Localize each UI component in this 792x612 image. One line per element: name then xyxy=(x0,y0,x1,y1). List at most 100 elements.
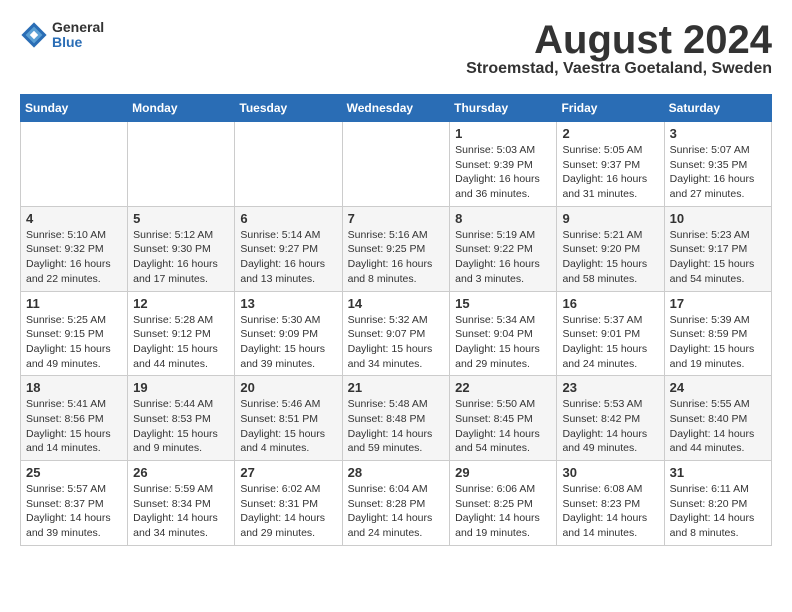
day-number: 5 xyxy=(133,211,229,226)
day-info: Sunrise: 5:16 AM Sunset: 9:25 PM Dayligh… xyxy=(348,228,445,287)
weekday-header-wednesday: Wednesday xyxy=(342,95,450,122)
calendar-cell: 28 Sunrise: 6:04 AM Sunset: 8:28 PM Dayli… xyxy=(342,461,450,546)
day-number: 31 xyxy=(670,465,766,480)
calendar-cell: 5 Sunrise: 5:12 AM Sunset: 9:30 PM Daylig… xyxy=(128,206,235,291)
day-info: Sunrise: 5:19 AM Sunset: 9:22 PM Dayligh… xyxy=(455,228,551,287)
day-info: Sunrise: 5:46 AM Sunset: 8:51 PM Dayligh… xyxy=(240,397,336,456)
day-info: Sunrise: 5:12 AM Sunset: 9:30 PM Dayligh… xyxy=(133,228,229,287)
calendar-cell: 31 Sunrise: 6:11 AM Sunset: 8:20 PM Dayli… xyxy=(664,461,771,546)
day-info: Sunrise: 6:04 AM Sunset: 8:28 PM Dayligh… xyxy=(348,482,445,541)
logo-icon xyxy=(20,21,48,49)
calendar-cell: 2 Sunrise: 5:05 AM Sunset: 9:37 PM Daylig… xyxy=(557,122,664,207)
day-number: 2 xyxy=(562,126,658,141)
day-number: 14 xyxy=(348,296,445,311)
day-info: Sunrise: 6:02 AM Sunset: 8:31 PM Dayligh… xyxy=(240,482,336,541)
weekday-header-thursday: Thursday xyxy=(450,95,557,122)
day-number: 22 xyxy=(455,380,551,395)
day-number: 28 xyxy=(348,465,445,480)
day-number: 4 xyxy=(26,211,122,226)
calendar-week-5: 25 Sunrise: 5:57 AM Sunset: 8:37 PM Dayli… xyxy=(21,461,772,546)
day-number: 30 xyxy=(562,465,658,480)
day-info: Sunrise: 5:48 AM Sunset: 8:48 PM Dayligh… xyxy=(348,397,445,456)
day-info: Sunrise: 5:57 AM Sunset: 8:37 PM Dayligh… xyxy=(26,482,122,541)
calendar-cell: 21Sunrise: 5:48 AM Sunset: 8:48 PM Dayli… xyxy=(342,376,450,461)
day-number: 27 xyxy=(240,465,336,480)
day-info: Sunrise: 5:59 AM Sunset: 8:34 PM Dayligh… xyxy=(133,482,229,541)
day-info: Sunrise: 6:11 AM Sunset: 8:20 PM Dayligh… xyxy=(670,482,766,541)
day-number: 18 xyxy=(26,380,122,395)
day-number: 19 xyxy=(133,380,229,395)
day-info: Sunrise: 5:39 AM Sunset: 8:59 PM Dayligh… xyxy=(670,313,766,372)
logo-text: General Blue xyxy=(52,20,104,51)
day-info: Sunrise: 5:41 AM Sunset: 8:56 PM Dayligh… xyxy=(26,397,122,456)
calendar-cell: 6Sunrise: 5:14 AM Sunset: 9:27 PM Daylig… xyxy=(235,206,342,291)
weekday-header-friday: Friday xyxy=(557,95,664,122)
day-number: 23 xyxy=(562,380,658,395)
calendar-cell xyxy=(235,122,342,207)
day-info: Sunrise: 5:21 AM Sunset: 9:20 PM Dayligh… xyxy=(562,228,658,287)
day-info: Sunrise: 5:30 AM Sunset: 9:09 PM Dayligh… xyxy=(240,313,336,372)
title-block: August 2024 Stroemstad, Vaestra Goetalan… xyxy=(466,20,772,78)
calendar-cell: 30 Sunrise: 6:08 AM Sunset: 8:23 PM Dayli… xyxy=(557,461,664,546)
calendar-cell: 20 Sunrise: 5:46 AM Sunset: 8:51 PM Dayli… xyxy=(235,376,342,461)
day-number: 8 xyxy=(455,211,551,226)
calendar-header-row: SundayMondayTuesdayWednesdayThursdayFrid… xyxy=(21,95,772,122)
day-info: Sunrise: 5:32 AM Sunset: 9:07 PM Dayligh… xyxy=(348,313,445,372)
day-number: 13 xyxy=(240,296,336,311)
calendar-cell: 26Sunrise: 5:59 AM Sunset: 8:34 PM Dayli… xyxy=(128,461,235,546)
calendar-cell: 11 Sunrise: 5:25 AM Sunset: 9:15 PM Dayli… xyxy=(21,291,128,376)
calendar-cell: 29 Sunrise: 6:06 AM Sunset: 8:25 PM Dayli… xyxy=(450,461,557,546)
calendar-cell: 23 Sunrise: 5:53 AM Sunset: 8:42 PM Dayli… xyxy=(557,376,664,461)
calendar-week-1: 1 Sunrise: 5:03 AM Sunset: 9:39 PM Daylig… xyxy=(21,122,772,207)
calendar-cell: 16Sunrise: 5:37 AM Sunset: 9:01 PM Dayli… xyxy=(557,291,664,376)
calendar-cell: 7 Sunrise: 5:16 AM Sunset: 9:25 PM Daylig… xyxy=(342,206,450,291)
calendar-cell: 10 Sunrise: 5:23 AM Sunset: 9:17 PM Dayli… xyxy=(664,206,771,291)
weekday-header-saturday: Saturday xyxy=(664,95,771,122)
calendar-cell: 19 Sunrise: 5:44 AM Sunset: 8:53 PM Dayli… xyxy=(128,376,235,461)
day-info: Sunrise: 5:28 AM Sunset: 9:12 PM Dayligh… xyxy=(133,313,229,372)
calendar-cell: 24Sunrise: 5:55 AM Sunset: 8:40 PM Dayli… xyxy=(664,376,771,461)
day-number: 6 xyxy=(240,211,336,226)
day-number: 11 xyxy=(26,296,122,311)
calendar-cell: 27 Sunrise: 6:02 AM Sunset: 8:31 PM Dayli… xyxy=(235,461,342,546)
calendar-cell xyxy=(21,122,128,207)
day-info: Sunrise: 5:53 AM Sunset: 8:42 PM Dayligh… xyxy=(562,397,658,456)
weekday-header-tuesday: Tuesday xyxy=(235,95,342,122)
logo-blue: Blue xyxy=(52,35,104,50)
calendar-week-3: 11 Sunrise: 5:25 AM Sunset: 9:15 PM Dayli… xyxy=(21,291,772,376)
day-number: 9 xyxy=(562,211,658,226)
calendar-cell xyxy=(128,122,235,207)
calendar-week-2: 4 Sunrise: 5:10 AM Sunset: 9:32 PM Daylig… xyxy=(21,206,772,291)
day-number: 12 xyxy=(133,296,229,311)
day-info: Sunrise: 5:25 AM Sunset: 9:15 PM Dayligh… xyxy=(26,313,122,372)
day-number: 17 xyxy=(670,296,766,311)
logo: General Blue xyxy=(20,20,104,51)
day-info: Sunrise: 5:05 AM Sunset: 9:37 PM Dayligh… xyxy=(562,143,658,202)
day-info: Sunrise: 5:03 AM Sunset: 9:39 PM Dayligh… xyxy=(455,143,551,202)
day-info: Sunrise: 5:34 AM Sunset: 9:04 PM Dayligh… xyxy=(455,313,551,372)
calendar-cell: 8 Sunrise: 5:19 AM Sunset: 9:22 PM Daylig… xyxy=(450,206,557,291)
day-number: 1 xyxy=(455,126,551,141)
day-info: Sunrise: 5:44 AM Sunset: 8:53 PM Dayligh… xyxy=(133,397,229,456)
day-info: Sunrise: 5:10 AM Sunset: 9:32 PM Dayligh… xyxy=(26,228,122,287)
calendar-cell: 14 Sunrise: 5:32 AM Sunset: 9:07 PM Dayli… xyxy=(342,291,450,376)
day-number: 24 xyxy=(670,380,766,395)
calendar-cell: 4 Sunrise: 5:10 AM Sunset: 9:32 PM Daylig… xyxy=(21,206,128,291)
calendar-cell: 3Sunrise: 5:07 AM Sunset: 9:35 PM Daylig… xyxy=(664,122,771,207)
logo-general: General xyxy=(52,20,104,35)
day-info: Sunrise: 6:08 AM Sunset: 8:23 PM Dayligh… xyxy=(562,482,658,541)
calendar-week-4: 18 Sunrise: 5:41 AM Sunset: 8:56 PM Dayli… xyxy=(21,376,772,461)
day-info: Sunrise: 6:06 AM Sunset: 8:25 PM Dayligh… xyxy=(455,482,551,541)
day-number: 7 xyxy=(348,211,445,226)
day-number: 25 xyxy=(26,465,122,480)
calendar-cell: 18 Sunrise: 5:41 AM Sunset: 8:56 PM Dayli… xyxy=(21,376,128,461)
day-number: 29 xyxy=(455,465,551,480)
day-number: 20 xyxy=(240,380,336,395)
calendar-cell: 1 Sunrise: 5:03 AM Sunset: 9:39 PM Daylig… xyxy=(450,122,557,207)
calendar-cell xyxy=(342,122,450,207)
page-header: General Blue August 2024 Stroemstad, Vae… xyxy=(20,20,772,78)
month-title: August 2024 xyxy=(466,20,772,60)
day-number: 10 xyxy=(670,211,766,226)
location-subtitle: Stroemstad, Vaestra Goetaland, Sweden xyxy=(466,60,772,78)
day-info: Sunrise: 5:23 AM Sunset: 9:17 PM Dayligh… xyxy=(670,228,766,287)
